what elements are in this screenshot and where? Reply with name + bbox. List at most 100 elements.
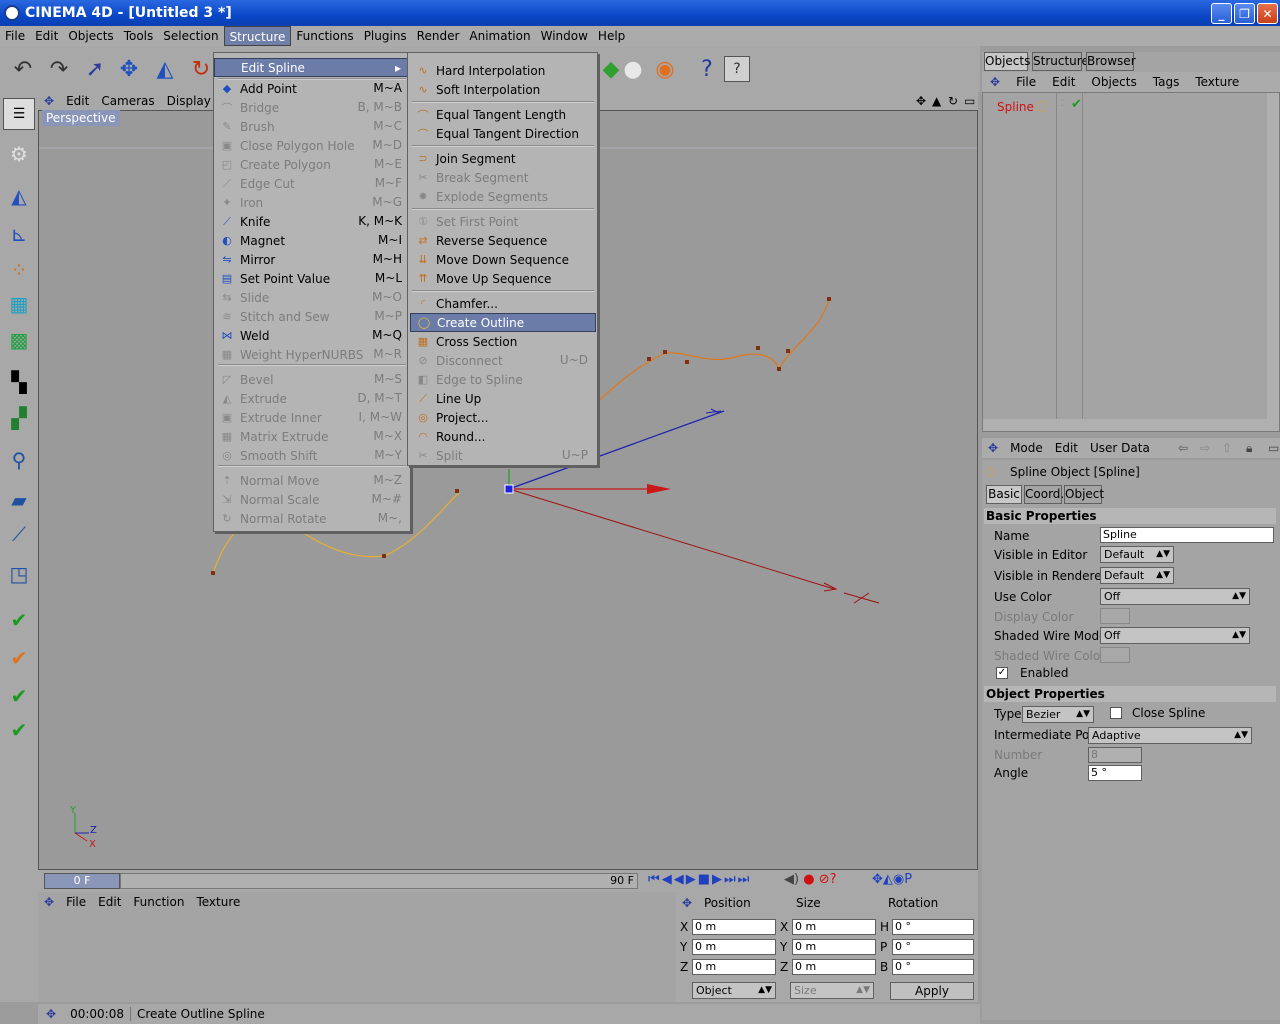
lock-icon[interactable]: 🔒︎: [1240, 441, 1258, 456]
edit-spline-item-round[interactable]: ◠ Round...: [410, 427, 596, 446]
playback-controls[interactable]: ⏮◀◀▶■▶⏭⏭: [648, 872, 751, 887]
attrmgr-menu-userdata[interactable]: User Data: [1084, 441, 1156, 455]
object-axis-icon[interactable]: ◭: [3, 180, 35, 212]
menu-window[interactable]: Window: [536, 26, 593, 46]
attrmgr-move-icon[interactable]: ✥: [982, 441, 1004, 455]
points-mode-icon[interactable]: ⁘: [3, 254, 35, 286]
structure-menu-item-extrude[interactable]: ◭ Extrude D, M~T: [214, 389, 410, 408]
menu-objects[interactable]: Objects: [63, 26, 118, 46]
render-settings-check-icon[interactable]: ✔: [3, 714, 35, 746]
paint-icon[interactable]: ▰: [3, 484, 35, 516]
enabled-checkbox[interactable]: ✓: [996, 667, 1008, 679]
tweak-icon[interactable]: ⟋: [3, 518, 35, 550]
coord-position-field[interactable]: 0 m: [692, 939, 776, 955]
coord-position-field[interactable]: 0 m: [692, 959, 776, 975]
attrmgr-menu-edit[interactable]: Edit: [1049, 441, 1084, 455]
viewport-maximize-icon[interactable]: ▭: [958, 94, 981, 108]
type-dropdown[interactable]: Bezier ▲▼: [1022, 706, 1094, 723]
objmgr-menu-file[interactable]: File: [1008, 75, 1044, 89]
object-list[interactable]: Spline ◌ ⁚ ✔: [982, 92, 1280, 432]
timeline-current-frame[interactable]: 0 F: [44, 873, 120, 889]
menu-help[interactable]: Help: [593, 26, 630, 46]
tab-browser[interactable]: Browser: [1086, 52, 1136, 71]
keyframe-controls[interactable]: ✥◭◉P: [872, 872, 912, 887]
coord-mode-dropdown[interactable]: Object ▲▼: [692, 982, 776, 999]
structure-menu-item-slide[interactable]: ⇆ Slide M~O: [214, 288, 410, 307]
edit-spline-item-cross-section[interactable]: ▦ Cross Section: [410, 332, 596, 351]
edit-spline-item-explode-segments[interactable]: ✸ Explode Segments: [410, 187, 596, 206]
light-icon[interactable]: ●: [616, 52, 650, 86]
structure-menu-item-smooth-shift[interactable]: ◎ Smooth Shift M~Y: [214, 446, 410, 465]
menu-selection[interactable]: Selection: [158, 26, 223, 46]
structure-menu-item-bevel[interactable]: ◸ Bevel M~S: [214, 370, 410, 389]
table-settings-icon[interactable]: ?: [724, 56, 750, 82]
structure-menu-item-weld[interactable]: ⋈ Weld M~Q: [214, 326, 410, 345]
visible-editor-dropdown[interactable]: Default ▲▼: [1100, 546, 1174, 563]
apply-button[interactable]: Apply: [890, 982, 974, 1000]
structure-menu-item-close-polygon-hole[interactable]: ▣ Close Polygon Hole M~D: [214, 136, 410, 155]
edit-spline-item-set-first-point[interactable]: ① Set First Point: [410, 212, 596, 231]
use-color-dropdown[interactable]: Off ▲▼: [1100, 588, 1250, 605]
close-button[interactable]: ✕: [1257, 3, 1278, 24]
material-move-icon[interactable]: ✥: [38, 895, 60, 909]
texture-mode-icon[interactable]: ▚: [3, 366, 35, 398]
menu-functions[interactable]: Functions: [291, 26, 358, 46]
objmgr-move-icon[interactable]: ✥: [982, 75, 1008, 89]
structure-menu-item-knife[interactable]: ⟋ Knife K, M~K: [214, 212, 410, 231]
up-arrow-icon[interactable]: ⇧: [1216, 441, 1238, 455]
structure-menu-item-matrix-extrude[interactable]: ▦ Matrix Extrude M~X: [214, 427, 410, 446]
coord-rotation-field[interactable]: 0 °: [892, 939, 974, 955]
edit-render-check-icon[interactable]: ✔: [3, 604, 35, 636]
edit-spline-item-move-up-sequence[interactable]: ⇈ Move Up Sequence: [410, 269, 596, 288]
minimize-button[interactable]: _: [1211, 3, 1232, 24]
edit-spline-item-equal-tangent-length[interactable]: ⌒ Equal Tangent Length: [410, 105, 596, 124]
edit-spline-item-line-up[interactable]: ⟋ Line Up: [410, 389, 596, 408]
structure-menu-item-brush[interactable]: ✎ Brush M~C: [214, 117, 410, 136]
layout-icon[interactable]: ☰: [3, 98, 35, 130]
maximize-button[interactable]: ❐: [1234, 3, 1255, 24]
structure-menu-item-normal-scale[interactable]: ⇲ Normal Scale M~#: [214, 490, 410, 509]
structure-menu-item-mirror[interactable]: ⇋ Mirror M~H: [214, 250, 410, 269]
menu-structure[interactable]: Structure: [223, 26, 292, 46]
render-view-check-icon[interactable]: ✔: [3, 680, 35, 712]
material-menu-function[interactable]: Function: [127, 895, 190, 909]
structure-menu-item-add-point[interactable]: ◆ Add Point M~A: [214, 79, 410, 98]
structure-menu-item-set-point-value[interactable]: ▤ Set Point Value M~L: [214, 269, 410, 288]
visible-renderer-dropdown[interactable]: Default ▲▼: [1100, 567, 1174, 584]
viewport-menu-edit[interactable]: Edit: [60, 94, 95, 108]
viewport-menu-cameras[interactable]: Cameras: [95, 94, 160, 108]
structure-menu-item-normal-move[interactable]: ⇡ Normal Move M~Z: [214, 471, 410, 490]
menu-animation[interactable]: Animation: [464, 26, 535, 46]
help-pointer-icon[interactable]: ?: [690, 52, 724, 86]
joint-icon[interactable]: ⚲: [3, 444, 35, 476]
menu-render[interactable]: Render: [412, 26, 465, 46]
edit-spline-item-edge-to-spline[interactable]: ◧ Edge to Spline: [410, 370, 596, 389]
menu-plugins[interactable]: Plugins: [359, 26, 412, 46]
workplane-icon[interactable]: ◳: [3, 558, 35, 590]
back-arrow-icon[interactable]: ⇦: [1172, 441, 1194, 455]
close-spline-checkbox[interactable]: [1110, 707, 1122, 719]
visibility-dots-icon[interactable]: ⁚: [1061, 99, 1064, 109]
coord-size-field[interactable]: 0 m: [792, 919, 876, 935]
scale-tool-icon[interactable]: ◭: [148, 52, 182, 86]
objmgr-menu-tags[interactable]: Tags: [1145, 75, 1188, 89]
shaded-wire-color-swatch[interactable]: [1100, 647, 1130, 663]
undo-icon[interactable]: ↶: [6, 52, 40, 86]
structure-menu-item-bridge[interactable]: ⌒ Bridge B, M~B: [214, 98, 410, 117]
forward-arrow-icon[interactable]: ⇨: [1194, 441, 1216, 455]
edit-spline-item-break-segment[interactable]: ✂ Break Segment: [410, 168, 596, 187]
intermediate-points-dropdown[interactable]: Adaptive ▲▼: [1088, 727, 1252, 744]
attrmgr-menu-mode[interactable]: Mode: [1004, 441, 1049, 455]
material-menu-file[interactable]: File: [60, 895, 92, 909]
edit-spline-item-soft-interpolation[interactable]: ∿ Soft Interpolation: [410, 80, 596, 99]
tab-object[interactable]: Object: [1064, 485, 1104, 504]
structure-menu-item-edge-cut[interactable]: ⟋ Edge Cut M~F: [214, 174, 410, 193]
object-item-spline[interactable]: Spline: [997, 100, 1034, 114]
tab-structure[interactable]: Structure: [1032, 52, 1089, 71]
edit-spline-item-create-outline[interactable]: ◯ Create Outline: [410, 313, 596, 332]
coord-size-field[interactable]: 0 m: [792, 959, 876, 975]
redo-icon[interactable]: ↷: [42, 52, 76, 86]
material-menu-edit[interactable]: Edit: [92, 895, 127, 909]
coord-move-icon[interactable]: ✥: [682, 896, 692, 910]
edit-spline-item-disconnect[interactable]: ⊘ Disconnect U~D: [410, 351, 596, 370]
